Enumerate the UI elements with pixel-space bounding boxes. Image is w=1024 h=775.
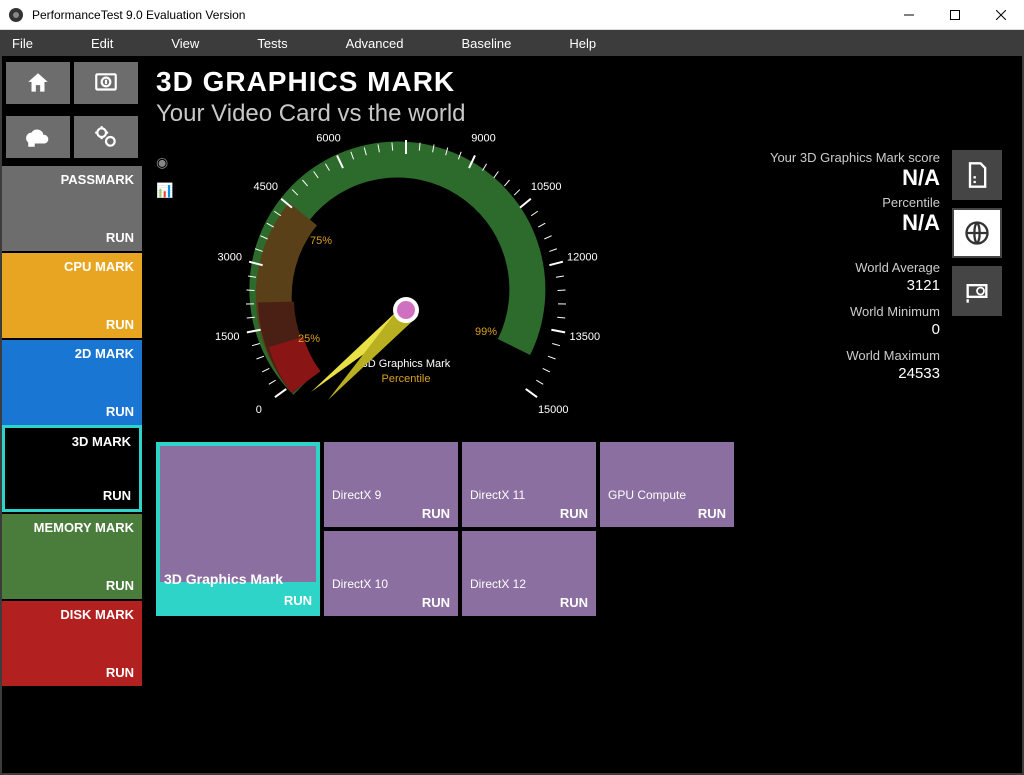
gauge-p99: 99%	[475, 326, 497, 338]
close-button[interactable]	[978, 0, 1024, 30]
cloud-button[interactable]	[6, 116, 70, 158]
sidebar-tile-title: PASSMARK	[10, 172, 134, 187]
sidebar-tile-passmark[interactable]: PASSMARK RUN	[2, 164, 142, 251]
tile-directx-11[interactable]: DirectX 11 RUN	[462, 442, 596, 527]
gauge-tick-label: 3000	[217, 252, 241, 264]
gauge-title: 3D Graphics Mark	[362, 358, 451, 370]
home-icon	[25, 70, 51, 96]
gauge-tick-label: 9000	[471, 132, 495, 144]
score-label: Your 3D Graphics Mark score	[616, 150, 940, 165]
sidebar-tile-run: RUN	[10, 317, 134, 332]
stat-globe-button[interactable]	[952, 208, 1002, 258]
page-subtitle: Your Video Card vs the world	[156, 100, 1008, 128]
cloud-icon	[25, 124, 51, 150]
tile-3d-graphic-bg	[160, 446, 316, 582]
sidebar-tile-3d-mark[interactable]: 3D MARK RUN	[2, 425, 142, 512]
gauge-mode-icon[interactable]: ◉	[156, 154, 174, 172]
sidebar-tile-run: RUN	[10, 404, 134, 419]
sidebar-tile-title: 3D MARK	[13, 434, 131, 449]
sidebar-tile-cpu-mark[interactable]: CPU MARK RUN	[2, 251, 142, 338]
sidebar-tile-title: MEMORY MARK	[10, 520, 134, 535]
sidebar-tile-run: RUN	[13, 488, 131, 503]
percentile-value: N/A	[616, 210, 940, 236]
minimize-button[interactable]	[886, 0, 932, 30]
percentile-label: Percentile	[616, 195, 940, 210]
avg-value: 3121	[616, 277, 940, 294]
small-tile-label: GPU Compute	[608, 488, 726, 502]
settings-button[interactable]	[74, 116, 138, 158]
max-label: World Maximum	[616, 348, 940, 363]
small-tile-run: RUN	[332, 506, 450, 521]
sidebar-tile-title: 2D MARK	[10, 346, 134, 361]
tile-directx-12[interactable]: DirectX 12 RUN	[462, 531, 596, 616]
small-tile-run: RUN	[470, 595, 588, 610]
min-label: World Minimum	[616, 304, 940, 319]
gauge-tick-label: 6000	[316, 132, 340, 144]
window-title: PerformanceTest 9.0 Evaluation Version	[32, 8, 886, 22]
small-tile-label: DirectX 12	[470, 577, 588, 591]
gauge-tick-label: 13500	[569, 331, 600, 343]
gauge-tick-label: 4500	[254, 181, 278, 193]
menu-tests[interactable]: Tests	[249, 30, 307, 56]
sidebar-tile-title: DISK MARK	[10, 607, 134, 622]
small-tile-run: RUN	[332, 595, 450, 610]
min-value: 0	[616, 321, 940, 338]
menu-file[interactable]: File	[4, 30, 53, 56]
menu-view[interactable]: View	[163, 30, 219, 56]
tile-3d-graphics-mark[interactable]: 3D Graphics Mark RUN	[156, 442, 320, 616]
chart-mode-icon[interactable]: 📊	[156, 182, 174, 200]
stat-gpu-button[interactable]	[952, 266, 1002, 316]
app-icon	[8, 7, 24, 23]
score-value: N/A	[616, 165, 940, 191]
gauge-tick-label: 10500	[531, 181, 562, 193]
small-tile-label: DirectX 10	[332, 577, 450, 591]
menubar: File Edit View Tests Advanced Baseline H…	[0, 30, 1024, 56]
max-value: 24533	[616, 365, 940, 382]
big-tile-label: 3D Graphics Mark	[164, 571, 312, 587]
small-tile-label: DirectX 9	[332, 488, 450, 502]
sidebar: PASSMARK RUNCPU MARK RUN2D MARK RUN3D MA…	[2, 56, 142, 773]
sidebar-tile-run: RUN	[10, 578, 134, 593]
globe-icon	[963, 219, 991, 247]
gear-icon	[93, 124, 119, 150]
menu-advanced[interactable]: Advanced	[338, 30, 424, 56]
info-icon	[93, 70, 119, 96]
small-tile-run: RUN	[470, 506, 588, 521]
gauge-tick-label: 12000	[567, 252, 598, 264]
gpu-icon	[963, 277, 991, 305]
gauge-tick-label: 0	[256, 404, 262, 416]
sidebar-tile-memory-mark[interactable]: MEMORY MARK RUN	[2, 512, 142, 599]
small-tile-label: DirectX 11	[470, 488, 588, 502]
page-title: 3D GRAPHICS MARK	[156, 66, 1008, 98]
titlebar: PerformanceTest 9.0 Evaluation Version	[0, 0, 1024, 30]
tile-directx-9[interactable]: DirectX 9 RUN	[324, 442, 458, 527]
sidebar-tile-2d-mark[interactable]: 2D MARK RUN	[2, 338, 142, 425]
sidebar-tile-disk-mark[interactable]: DISK MARK RUN	[2, 599, 142, 686]
system-info-button[interactable]	[74, 62, 138, 104]
menu-edit[interactable]: Edit	[83, 30, 133, 56]
main-area: 3D GRAPHICS MARK Your Video Card vs the …	[142, 56, 1022, 773]
gauge: 0150030004500600075009000105001200013500…	[186, 142, 616, 442]
sidebar-tile-run: RUN	[10, 665, 134, 680]
maximize-button[interactable]	[932, 0, 978, 30]
gauge-subtitle: Percentile	[382, 373, 431, 385]
sidebar-tile-run: RUN	[10, 230, 134, 245]
menu-help[interactable]: Help	[561, 30, 616, 56]
stat-document-button[interactable]	[952, 150, 1002, 200]
small-tile-run: RUN	[608, 506, 726, 521]
tile-gpu-compute[interactable]: GPU Compute RUN	[600, 442, 734, 527]
home-button[interactable]	[6, 62, 70, 104]
menu-baseline[interactable]: Baseline	[453, 30, 531, 56]
document-icon	[963, 161, 991, 189]
gauge-tick-label: 1500	[215, 331, 239, 343]
sidebar-tile-title: CPU MARK	[10, 259, 134, 274]
tile-directx-10[interactable]: DirectX 10 RUN	[324, 531, 458, 616]
big-tile-run: RUN	[164, 593, 312, 608]
gauge-p75: 75%	[310, 235, 332, 247]
avg-label: World Average	[616, 260, 940, 275]
gauge-p25: 25%	[298, 333, 320, 345]
gauge-tick-label: 15000	[538, 404, 569, 416]
